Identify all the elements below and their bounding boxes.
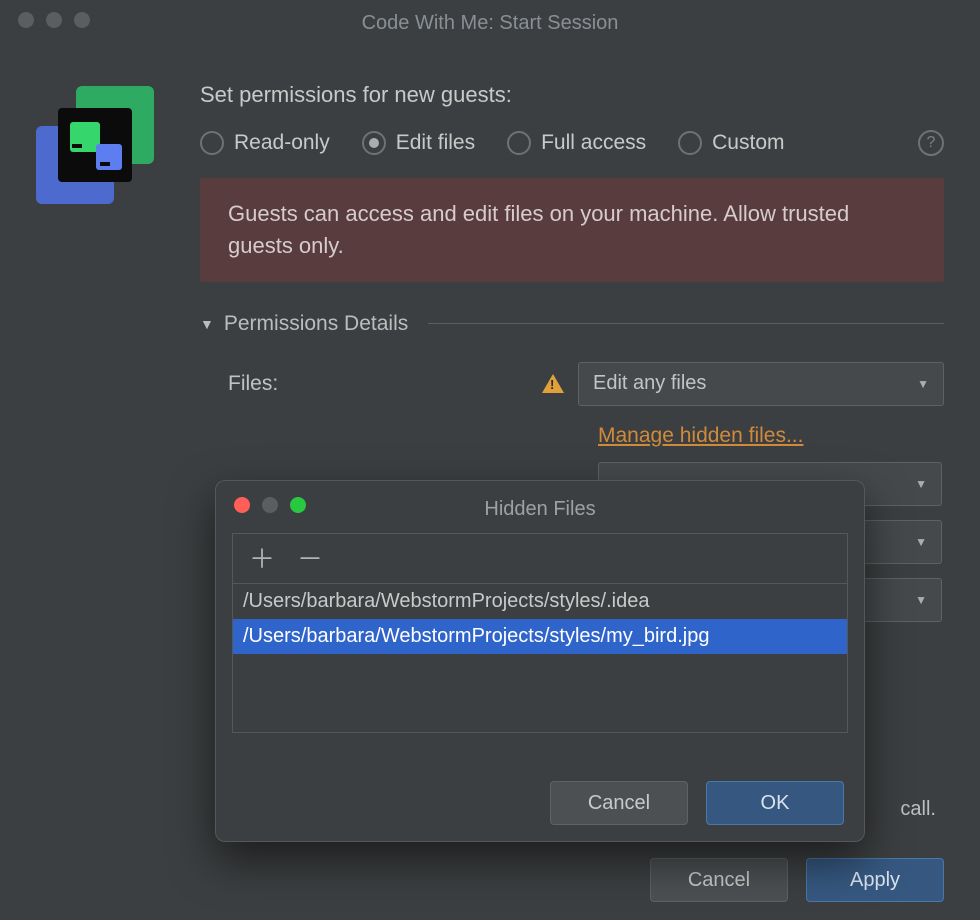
divider	[428, 323, 944, 324]
permission-radio-row: Read-only Edit files Full access Custom …	[200, 130, 944, 156]
permission-warning-banner: Guests can access and edit files on your…	[200, 178, 944, 282]
truncated-text-fragment: call.	[900, 798, 936, 821]
radio-full-access[interactable]: Full access	[507, 131, 646, 155]
traffic-close-icon[interactable]	[234, 497, 250, 513]
chevron-down-icon: ▼	[917, 377, 929, 391]
modal-toolbar: ＋ －	[232, 533, 848, 583]
permissions-details-label: Permissions Details	[224, 312, 408, 336]
logo-area	[36, 82, 164, 622]
permissions-details-header[interactable]: ▼ Permissions Details	[200, 312, 944, 336]
main-cancel-button[interactable]: Cancel	[650, 858, 788, 902]
radio-read-only-label: Read-only	[234, 131, 330, 155]
modal-footer-buttons: Cancel OK	[550, 781, 844, 825]
main-traffic-lights	[18, 12, 90, 28]
chevron-down-icon: ▼	[915, 535, 927, 549]
radio-edit-files[interactable]: Edit files	[362, 131, 475, 155]
help-icon[interactable]: ?	[918, 130, 944, 156]
add-icon[interactable]: ＋	[249, 546, 275, 572]
files-select-value: Edit any files	[593, 372, 706, 395]
traffic-zoom-icon[interactable]	[290, 497, 306, 513]
modal-cancel-label: Cancel	[588, 792, 650, 815]
list-item[interactable]: /Users/barbara/WebstormProjects/styles/.…	[233, 584, 847, 619]
chevron-down-icon: ▼	[915, 593, 927, 607]
traffic-close-icon[interactable]	[18, 12, 34, 28]
radio-full-access-label: Full access	[541, 131, 646, 155]
radio-read-only[interactable]: Read-only	[200, 131, 330, 155]
modal-ok-label: OK	[761, 792, 790, 815]
chevron-down-icon: ▼	[200, 316, 214, 332]
modal-traffic-lights	[234, 497, 306, 513]
hidden-files-list[interactable]: /Users/barbara/WebstormProjects/styles/.…	[232, 583, 848, 733]
main-apply-label: Apply	[850, 869, 900, 892]
manage-hidden-files-link[interactable]: Manage hidden files...	[598, 424, 803, 447]
modal-titlebar: Hidden Files	[216, 481, 864, 529]
files-permission-select[interactable]: Edit any files ▼	[578, 362, 944, 406]
permissions-section-title: Set permissions for new guests:	[200, 82, 944, 108]
warning-triangle-icon	[542, 374, 564, 393]
radio-edit-files-label: Edit files	[396, 131, 475, 155]
code-with-me-logo-icon	[36, 86, 156, 206]
remove-icon[interactable]: －	[297, 546, 323, 572]
radio-icon	[362, 131, 386, 155]
main-cancel-label: Cancel	[688, 869, 750, 892]
modal-title: Hidden Files	[216, 498, 864, 521]
main-footer-buttons: Cancel Apply	[650, 858, 944, 902]
main-titlebar: Code With Me: Start Session	[0, 0, 980, 42]
radio-icon	[200, 131, 224, 155]
traffic-zoom-icon[interactable]	[74, 12, 90, 28]
radio-icon	[507, 131, 531, 155]
permission-warning-text: Guests can access and edit files on your…	[228, 201, 849, 258]
list-item[interactable]: /Users/barbara/WebstormProjects/styles/m…	[233, 619, 847, 654]
modal-ok-button[interactable]: OK	[706, 781, 844, 825]
radio-custom[interactable]: Custom	[678, 131, 784, 155]
traffic-minimize-icon[interactable]	[46, 12, 62, 28]
radio-custom-label: Custom	[712, 131, 784, 155]
modal-cancel-button[interactable]: Cancel	[550, 781, 688, 825]
hidden-files-modal: Hidden Files ＋ － /Users/barbara/Webstorm…	[215, 480, 865, 842]
radio-icon	[678, 131, 702, 155]
main-apply-button[interactable]: Apply	[806, 858, 944, 902]
traffic-minimize-icon[interactable]	[262, 497, 278, 513]
main-window-title: Code With Me: Start Session	[16, 12, 964, 35]
files-label: Files:	[228, 372, 528, 396]
manage-hidden-files-row: Manage hidden files...	[200, 424, 944, 448]
chevron-down-icon: ▼	[915, 477, 927, 491]
files-permission-row: Files: Edit any files ▼	[200, 362, 944, 406]
